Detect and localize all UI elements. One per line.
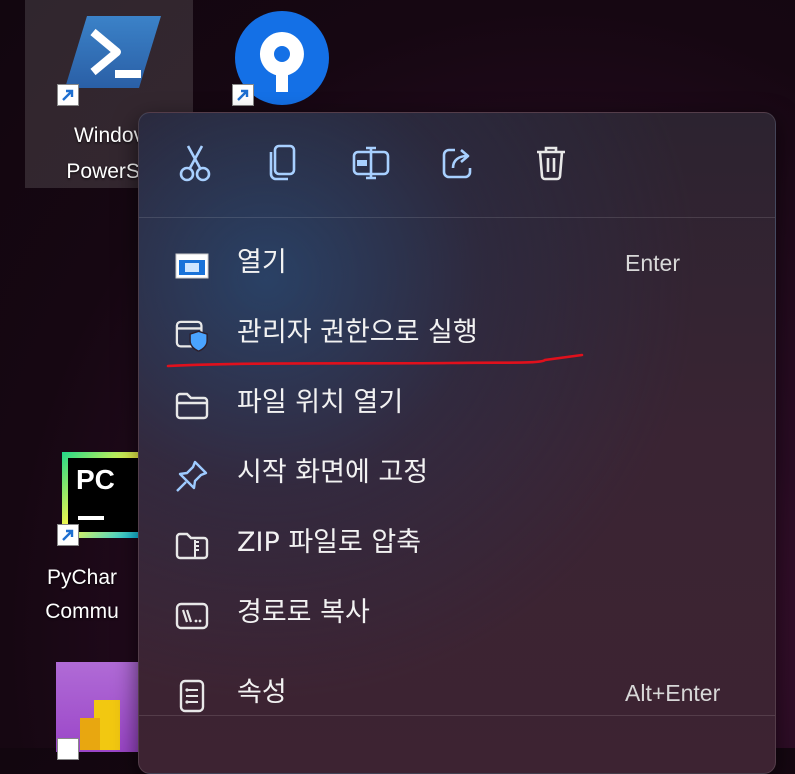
red-underline-annotation (166, 353, 584, 368)
